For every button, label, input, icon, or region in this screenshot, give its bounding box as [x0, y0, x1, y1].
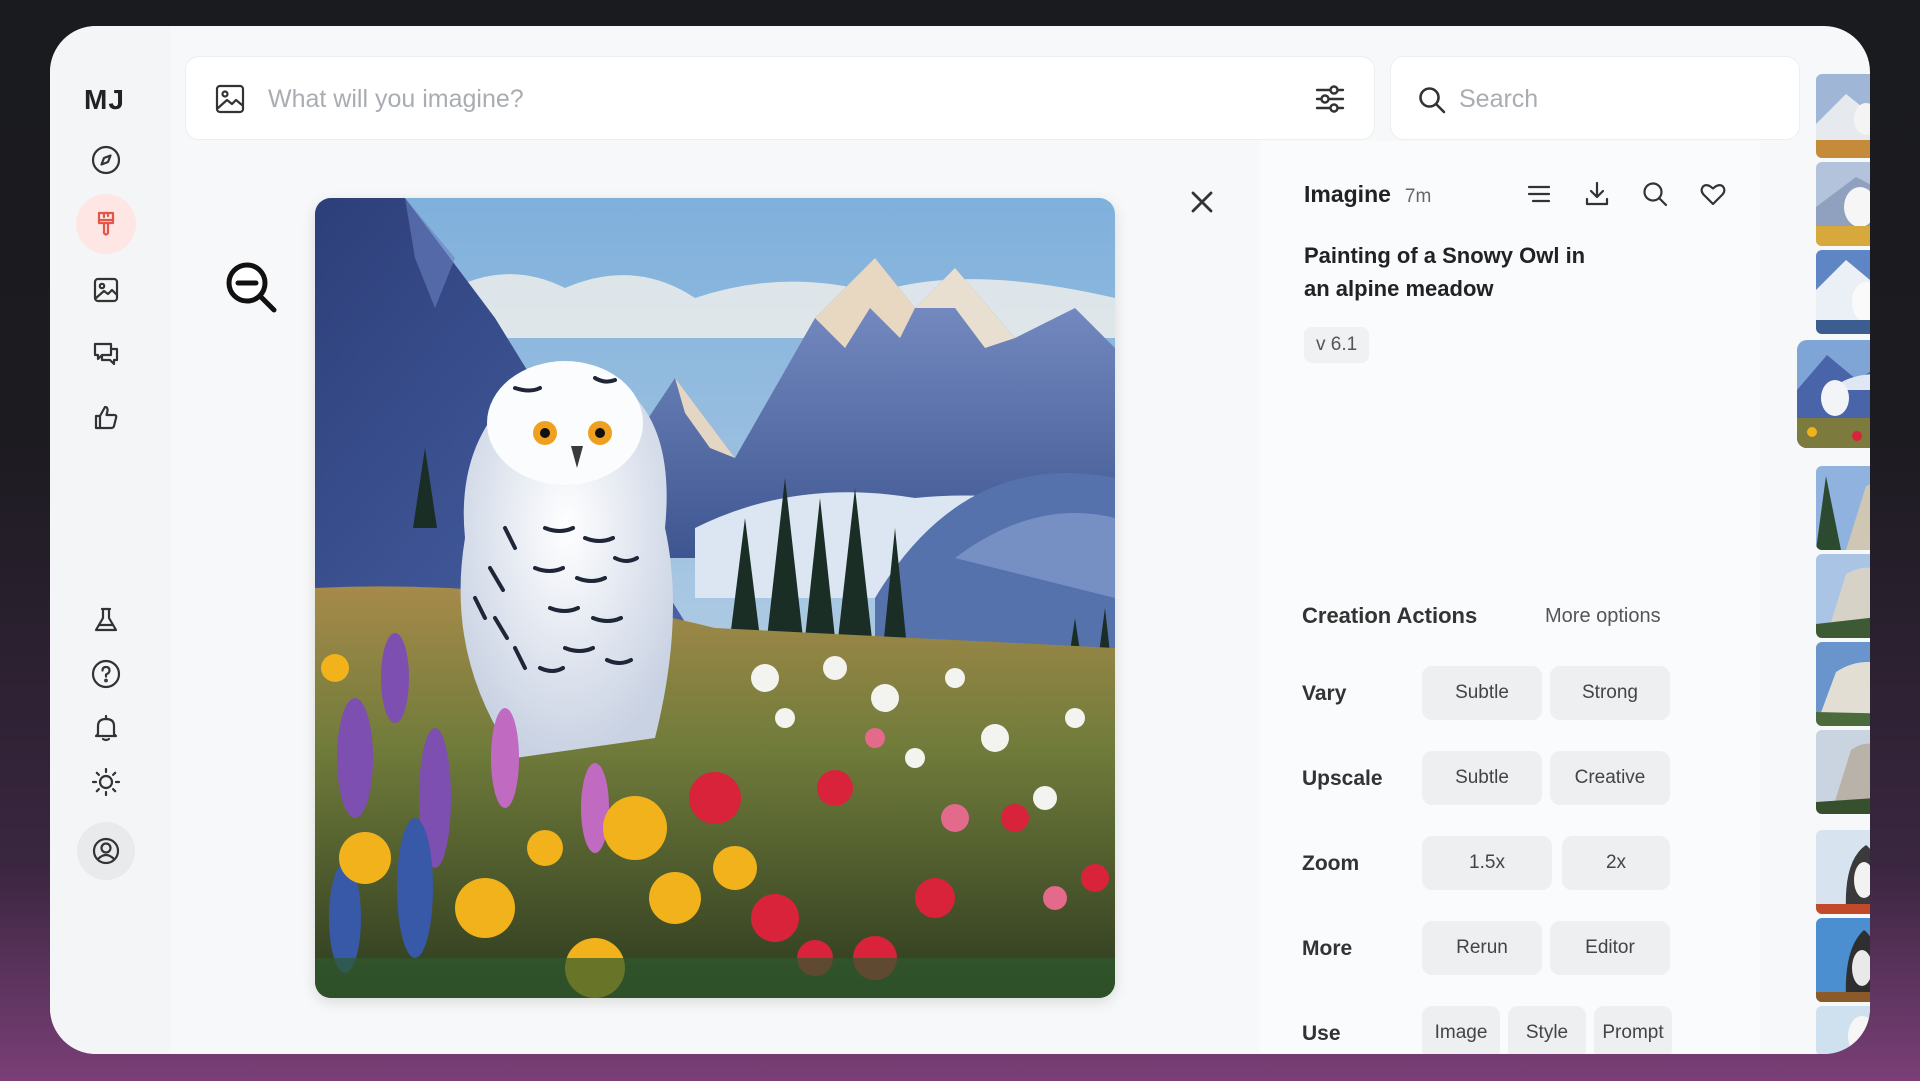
thumbnail[interactable]: [1816, 918, 1870, 1002]
action-row-use: Use Image Style Prompt: [1302, 1006, 1742, 1054]
action-row-more: More Rerun Editor: [1302, 921, 1742, 975]
vary-strong-button[interactable]: Strong: [1550, 666, 1670, 720]
settings-sliders-icon[interactable]: [1312, 81, 1348, 117]
sidebar-item-profile[interactable]: [77, 822, 135, 880]
zoom-out-icon[interactable]: [224, 260, 280, 316]
thumbnail[interactable]: [1816, 642, 1870, 726]
search-bar: [1390, 56, 1800, 140]
use-prompt-button[interactable]: Prompt: [1594, 1006, 1672, 1054]
thumbnail[interactable]: [1816, 74, 1870, 158]
action-label: Zoom: [1302, 852, 1360, 875]
search-icon: [1419, 87, 1446, 114]
prompt-input[interactable]: [268, 75, 1268, 123]
editor-button[interactable]: Editor: [1550, 921, 1670, 975]
search-similar-icon[interactable]: [1640, 179, 1670, 209]
logo[interactable]: MJ: [84, 84, 125, 116]
paintbrush-icon: [97, 211, 115, 236]
action-row-upscale: Upscale Subtle Creative: [1302, 751, 1742, 805]
action-row-vary: Vary Subtle Strong: [1302, 666, 1742, 720]
thumbnail[interactable]: [1816, 466, 1870, 550]
thumbnail[interactable]: [1816, 1006, 1870, 1054]
generated-image[interactable]: [315, 198, 1115, 998]
sidebar-item-organize[interactable]: [76, 260, 136, 320]
sidebar: MJ: [50, 26, 170, 1054]
detail-toolbar: [1524, 179, 1728, 209]
search-input[interactable]: [1459, 75, 1779, 123]
flask-icon: [94, 607, 118, 632]
sidebar-item-chat[interactable]: [76, 324, 136, 384]
bell-icon: [94, 714, 118, 742]
more-options-link[interactable]: More options: [1545, 605, 1661, 628]
job-time: 7m: [1404, 186, 1432, 207]
detail-header: Imagine 7m: [1304, 181, 1431, 208]
prompt-bar: [185, 56, 1375, 140]
thumbnail-strip: [1750, 56, 1870, 1054]
action-label: Use: [1302, 1022, 1341, 1045]
image-prompt-icon[interactable]: [214, 83, 246, 115]
rerun-button[interactable]: Rerun: [1422, 921, 1542, 975]
help-icon: [91, 659, 121, 689]
sidebar-item-rank[interactable]: [76, 388, 136, 448]
download-icon[interactable]: [1582, 179, 1612, 209]
zoom-2x-button[interactable]: 2x: [1562, 836, 1670, 890]
compass-icon: [91, 145, 121, 175]
app-window: MJ What will you imagine? Search Imagine…: [50, 26, 1870, 1054]
snowy-owl-painting: [315, 198, 1115, 998]
close-icon[interactable]: [1188, 188, 1216, 216]
thumbnail[interactable]: [1816, 554, 1870, 638]
menu-icon[interactable]: [1524, 179, 1554, 209]
thumbnail[interactable]: [1816, 830, 1870, 914]
sidebar-item-theme[interactable]: [76, 752, 136, 812]
sidebar-item-explore[interactable]: [76, 130, 136, 190]
sidebar-item-create[interactable]: [76, 194, 136, 254]
prompt-text[interactable]: Painting of a Snowy Owl in an alpine mea…: [1304, 239, 1604, 305]
vary-subtle-button[interactable]: Subtle: [1422, 666, 1542, 720]
job-type: Imagine: [1304, 181, 1391, 207]
sidebar-item-updates[interactable]: [76, 698, 136, 758]
zoom-1-5x-button[interactable]: 1.5x: [1422, 836, 1552, 890]
action-row-zoom: Zoom 1.5x 2x: [1302, 836, 1742, 890]
action-label: Upscale: [1302, 767, 1383, 790]
use-image-button[interactable]: Image: [1422, 1006, 1500, 1054]
sidebar-item-labs[interactable]: [76, 590, 136, 650]
image-icon: [93, 277, 119, 303]
sun-icon: [91, 767, 121, 797]
heart-icon[interactable]: [1698, 179, 1728, 209]
sidebar-item-help[interactable]: [76, 644, 136, 704]
chat-icon: [93, 342, 119, 366]
action-label: More: [1302, 937, 1353, 960]
thumbnail[interactable]: [1816, 162, 1870, 246]
creation-actions-title: Creation Actions: [1302, 603, 1478, 628]
thumbs-up-icon: [94, 405, 118, 430]
thumbnail-selected[interactable]: [1797, 340, 1870, 448]
upscale-creative-button[interactable]: Creative: [1550, 751, 1670, 805]
use-style-button[interactable]: Style: [1508, 1006, 1586, 1054]
thumbnail[interactable]: [1816, 730, 1870, 814]
action-label: Vary: [1302, 682, 1347, 705]
upscale-subtle-button[interactable]: Subtle: [1422, 751, 1542, 805]
version-badge: v 6.1: [1304, 327, 1370, 363]
detail-panel: Imagine 7m Painting of a Snowy Owl in an…: [1260, 141, 1760, 1054]
user-icon: [92, 837, 120, 865]
thumbnail[interactable]: [1816, 250, 1870, 334]
